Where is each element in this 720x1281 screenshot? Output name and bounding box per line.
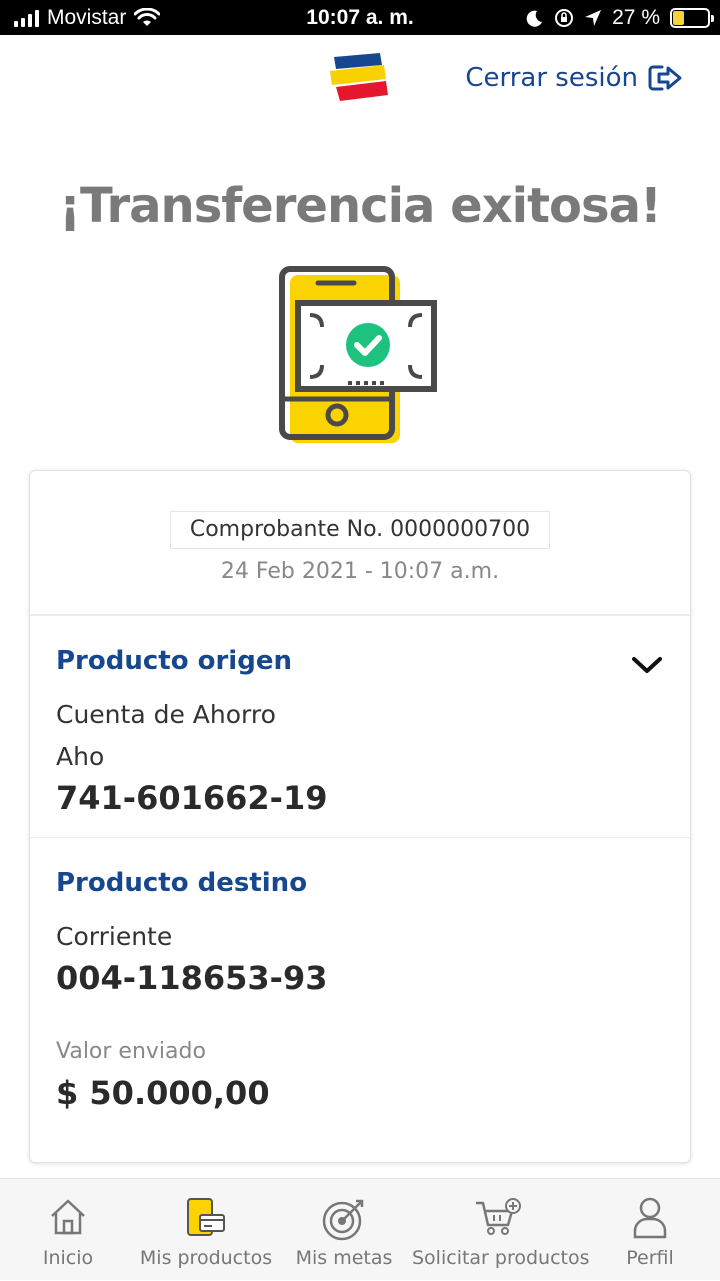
nav-item-solicitar-productos[interactable]: Solicitar productos <box>412 1179 590 1281</box>
chevron-down-icon[interactable] <box>630 653 664 677</box>
nav-item-inicio[interactable]: Inicio <box>18 1179 118 1281</box>
logout-label: Cerrar sesión <box>465 63 638 93</box>
receipt-card: Comprobante No. 0000000700 24 Feb 2021 -… <box>29 470 691 1163</box>
transfer-success-illustration <box>279 266 437 443</box>
nav-item-mis-productos[interactable]: Mis productos <box>136 1179 276 1281</box>
nav-label: Mis productos <box>139 1247 273 1269</box>
rotation-lock-icon <box>555 9 574 27</box>
receipt-number: Comprobante No. 0000000700 <box>170 511 550 549</box>
nav-label: Mis metas <box>295 1247 393 1269</box>
status-right: 27 % <box>526 6 714 30</box>
page-title: ¡Transferencia exitosa! <box>59 178 662 234</box>
origin-account-number: 741-601662-19 <box>56 779 328 817</box>
amount-value: $ 50.000,00 <box>56 1074 270 1112</box>
app-header: Cerrar sesión <box>0 35 720 125</box>
logout-icon <box>648 65 682 91</box>
target-icon <box>322 1199 364 1241</box>
user-icon <box>633 1197 667 1239</box>
status-bar: Movistar 10:07 a. m. 27 % <box>0 0 720 35</box>
nav-label: Solicitar productos <box>412 1247 590 1269</box>
destination-account-type: Corriente <box>56 922 173 951</box>
nav-item-mis-metas[interactable]: Mis metas <box>292 1179 396 1281</box>
products-icon <box>187 1198 225 1236</box>
bank-logo <box>330 53 388 101</box>
nav-label: Inicio <box>42 1247 94 1269</box>
cart-add-icon <box>476 1198 521 1235</box>
nav-item-perfil[interactable]: Perfil <box>602 1179 698 1281</box>
origin-title: Producto origen <box>56 646 292 676</box>
divider <box>30 837 690 838</box>
battery-percent: 27 % <box>612 6 660 29</box>
home-icon <box>51 1199 85 1235</box>
destination-title: Producto destino <box>56 868 308 898</box>
amount-label: Valor enviado <box>56 1039 206 1064</box>
divider <box>30 614 690 616</box>
bottom-navigation: Inicio Mis productos Mis metas Solicitar… <box>0 1178 720 1280</box>
origin-account-short: Aho <box>56 742 105 771</box>
receipt-datetime: 24 Feb 2021 - 10:07 a.m. <box>220 559 500 584</box>
battery-icon <box>670 8 714 28</box>
moon-icon <box>526 10 543 27</box>
location-icon <box>585 10 602 26</box>
nav-label: Perfil <box>626 1247 674 1269</box>
origin-account-type: Cuenta de Ahorro <box>56 700 276 729</box>
destination-account-number: 004-118653-93 <box>56 959 328 997</box>
logout-button[interactable]: Cerrar sesión <box>465 63 682 93</box>
